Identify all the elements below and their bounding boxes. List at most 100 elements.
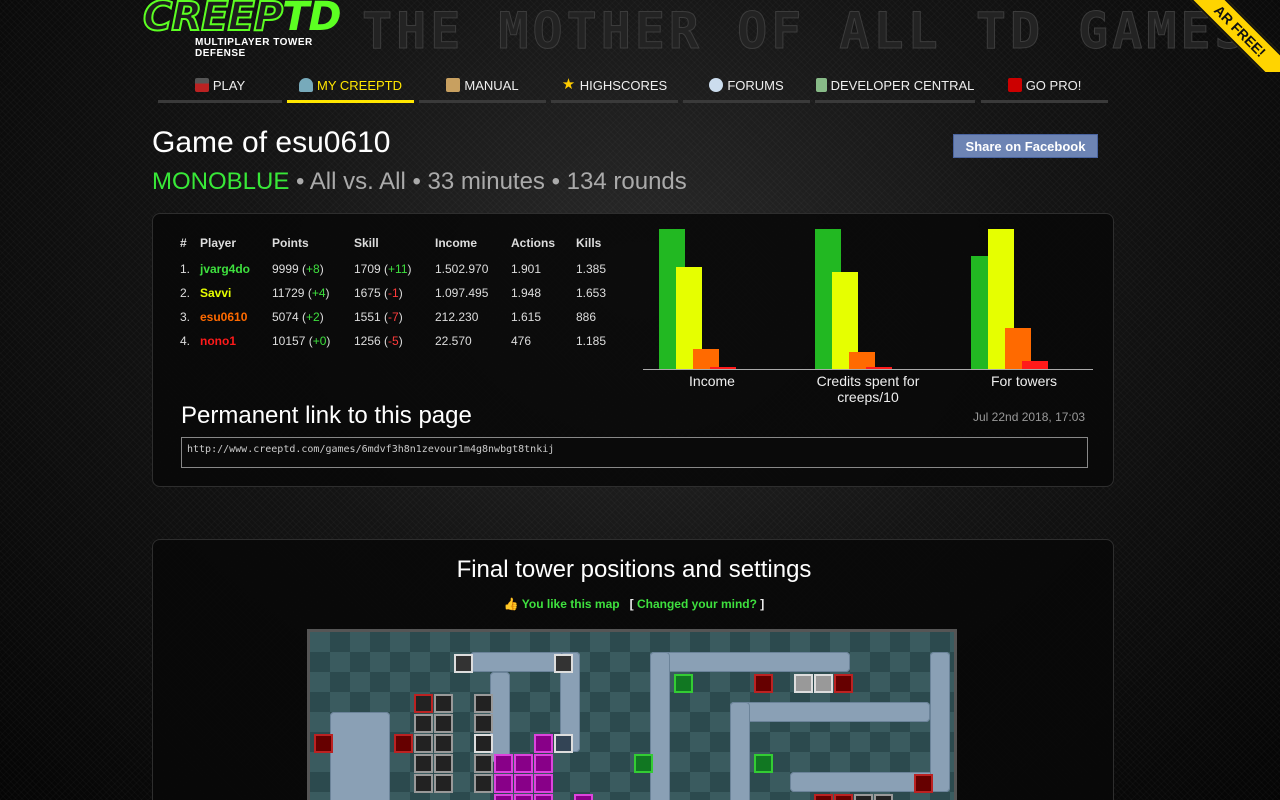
calculator-icon	[815, 78, 827, 92]
tower[interactable]	[514, 754, 533, 773]
tower[interactable]	[794, 674, 813, 693]
changed-mind-link[interactable]: Changed your mind?	[637, 597, 757, 611]
stats-bar-chart: Income Credits spent for creeps/10 For tow…	[643, 224, 1095, 409]
tower[interactable]	[554, 734, 573, 753]
thumbs-up-icon: 👍	[503, 597, 519, 611]
chart-category-label: Income	[689, 373, 735, 389]
tower[interactable]	[454, 654, 473, 673]
tower[interactable]	[814, 794, 833, 800]
tower[interactable]	[534, 754, 553, 773]
tower[interactable]	[434, 714, 453, 733]
tagline: THE MOTHER OF ALL TD GAMES	[362, 2, 1249, 61]
tower[interactable]	[434, 734, 453, 753]
pro-badge-icon	[1007, 78, 1022, 92]
tower[interactable]	[814, 674, 833, 693]
main-nav: PLAY MY CREEPTD MANUAL ★ HIGHSCORES FORUM…	[158, 70, 1108, 104]
logo-subtitle: MULTIPLAYER TOWER DEFENSE	[195, 37, 313, 59]
tower[interactable]	[514, 794, 533, 800]
nav-my-creeptd[interactable]: MY CREEPTD	[287, 70, 414, 103]
tower[interactable]	[834, 674, 853, 693]
tower[interactable]	[874, 794, 893, 800]
tower[interactable]	[494, 754, 513, 773]
col-points: Points	[272, 236, 309, 250]
chart-bar	[866, 367, 892, 369]
game-details: • All vs. All • 33 minutes • 134 rounds	[289, 168, 687, 195]
page-title: Game of esu0610	[152, 126, 391, 159]
tower-map	[307, 629, 957, 800]
chart-category-label: Credits spent for creeps/10	[816, 373, 920, 405]
tower[interactable]	[414, 694, 433, 713]
joystick-icon	[194, 78, 209, 92]
chart-baseline	[643, 369, 1093, 370]
table-row: 4. nono1 10157 (+0) 1256 (-5) 22.570 476 1…	[180, 334, 607, 348]
nav-play[interactable]: PLAY	[158, 70, 282, 103]
tower[interactable]	[494, 794, 513, 800]
tower[interactable]	[534, 774, 553, 793]
like-map-text: You like this map	[521, 597, 620, 611]
tower[interactable]	[674, 674, 693, 693]
tower[interactable]	[434, 774, 453, 793]
star-icon: ★	[561, 76, 576, 93]
tower[interactable]	[434, 754, 453, 773]
tower[interactable]	[534, 794, 553, 800]
tower-section-heading: Final tower positions and settings	[456, 556, 812, 583]
tower[interactable]	[414, 774, 433, 793]
tower[interactable]	[754, 754, 773, 773]
col-income: Income	[435, 236, 478, 250]
tower[interactable]	[514, 774, 533, 793]
permalink-heading: Permanent link to this page	[181, 402, 472, 429]
tower[interactable]	[854, 794, 873, 800]
tower-positions-panel: Final tower positions and settings 👍 You…	[152, 539, 1114, 800]
player-link[interactable]: esu0610	[200, 310, 247, 324]
tower[interactable]	[474, 714, 493, 733]
table-row: 1. jvarg4do 9999 (+8) 1709 (+11) 1.502.9…	[180, 262, 607, 276]
col-kills: Kills	[576, 236, 602, 250]
tower[interactable]	[414, 714, 433, 733]
map-name[interactable]: MONOBLUE	[152, 168, 289, 195]
player-link[interactable]: jvarg4do	[200, 262, 250, 276]
col-player: Player	[200, 236, 237, 250]
nav-manual[interactable]: MANUAL	[419, 70, 546, 103]
tower[interactable]	[414, 734, 433, 753]
tower[interactable]	[474, 774, 493, 793]
tower[interactable]	[414, 754, 433, 773]
chart-bar	[710, 366, 736, 369]
tower[interactable]	[394, 734, 413, 753]
tower[interactable]	[434, 694, 453, 713]
tower[interactable]	[754, 674, 773, 693]
tower[interactable]	[494, 774, 513, 793]
player-link[interactable]: Savvi	[200, 286, 231, 300]
nav-forums[interactable]: FORUMS	[683, 70, 810, 103]
game-results-panel: # Player Points Skill Income Actions Kil…	[152, 213, 1114, 487]
game-subtitle: MONOBLUE • All vs. All • 33 minutes • 13…	[152, 168, 687, 196]
table-row: 2. Savvi 11729 (+4) 1675 (-1) 1.097.495 1…	[180, 286, 607, 300]
tower[interactable]	[314, 734, 333, 753]
nav-go-pro[interactable]: GO PRO!	[981, 70, 1108, 103]
col-skill: Skill	[354, 236, 379, 250]
tower[interactable]	[914, 774, 933, 793]
ad-free-ribbon: AR FREE!	[1140, 0, 1280, 72]
tower[interactable]	[534, 734, 553, 753]
tower[interactable]	[634, 754, 653, 773]
tower[interactable]	[834, 794, 853, 800]
tower[interactable]	[574, 794, 593, 800]
creep-path	[930, 652, 950, 792]
col-rank: #	[180, 236, 187, 250]
creep-path	[730, 702, 750, 800]
book-icon	[446, 78, 461, 92]
chart-bar	[1022, 360, 1048, 369]
creep-path	[730, 702, 930, 722]
share-facebook-button[interactable]: Share on Facebook	[953, 134, 1098, 158]
creeptd-logo[interactable]: CREEPTD MULTIPLAYER TOWER DEFENSE	[142, 0, 348, 59]
results-table: # Player Points Skill Income Actions Kil…	[180, 231, 616, 353]
tower[interactable]	[554, 654, 573, 673]
creep-path	[650, 652, 850, 672]
tower[interactable]	[474, 734, 493, 753]
player-link[interactable]: nono1	[200, 334, 236, 348]
tower[interactable]	[474, 754, 493, 773]
tower[interactable]	[474, 694, 493, 713]
nav-highscores[interactable]: ★ HIGHSCORES	[551, 70, 678, 103]
permalink-field[interactable]: http://www.creeptd.com/games/6mdvf3h8n1z…	[181, 437, 1088, 468]
nav-developer-central[interactable]: DEVELOPER CENTRAL	[815, 70, 975, 103]
creep-path	[490, 672, 510, 762]
